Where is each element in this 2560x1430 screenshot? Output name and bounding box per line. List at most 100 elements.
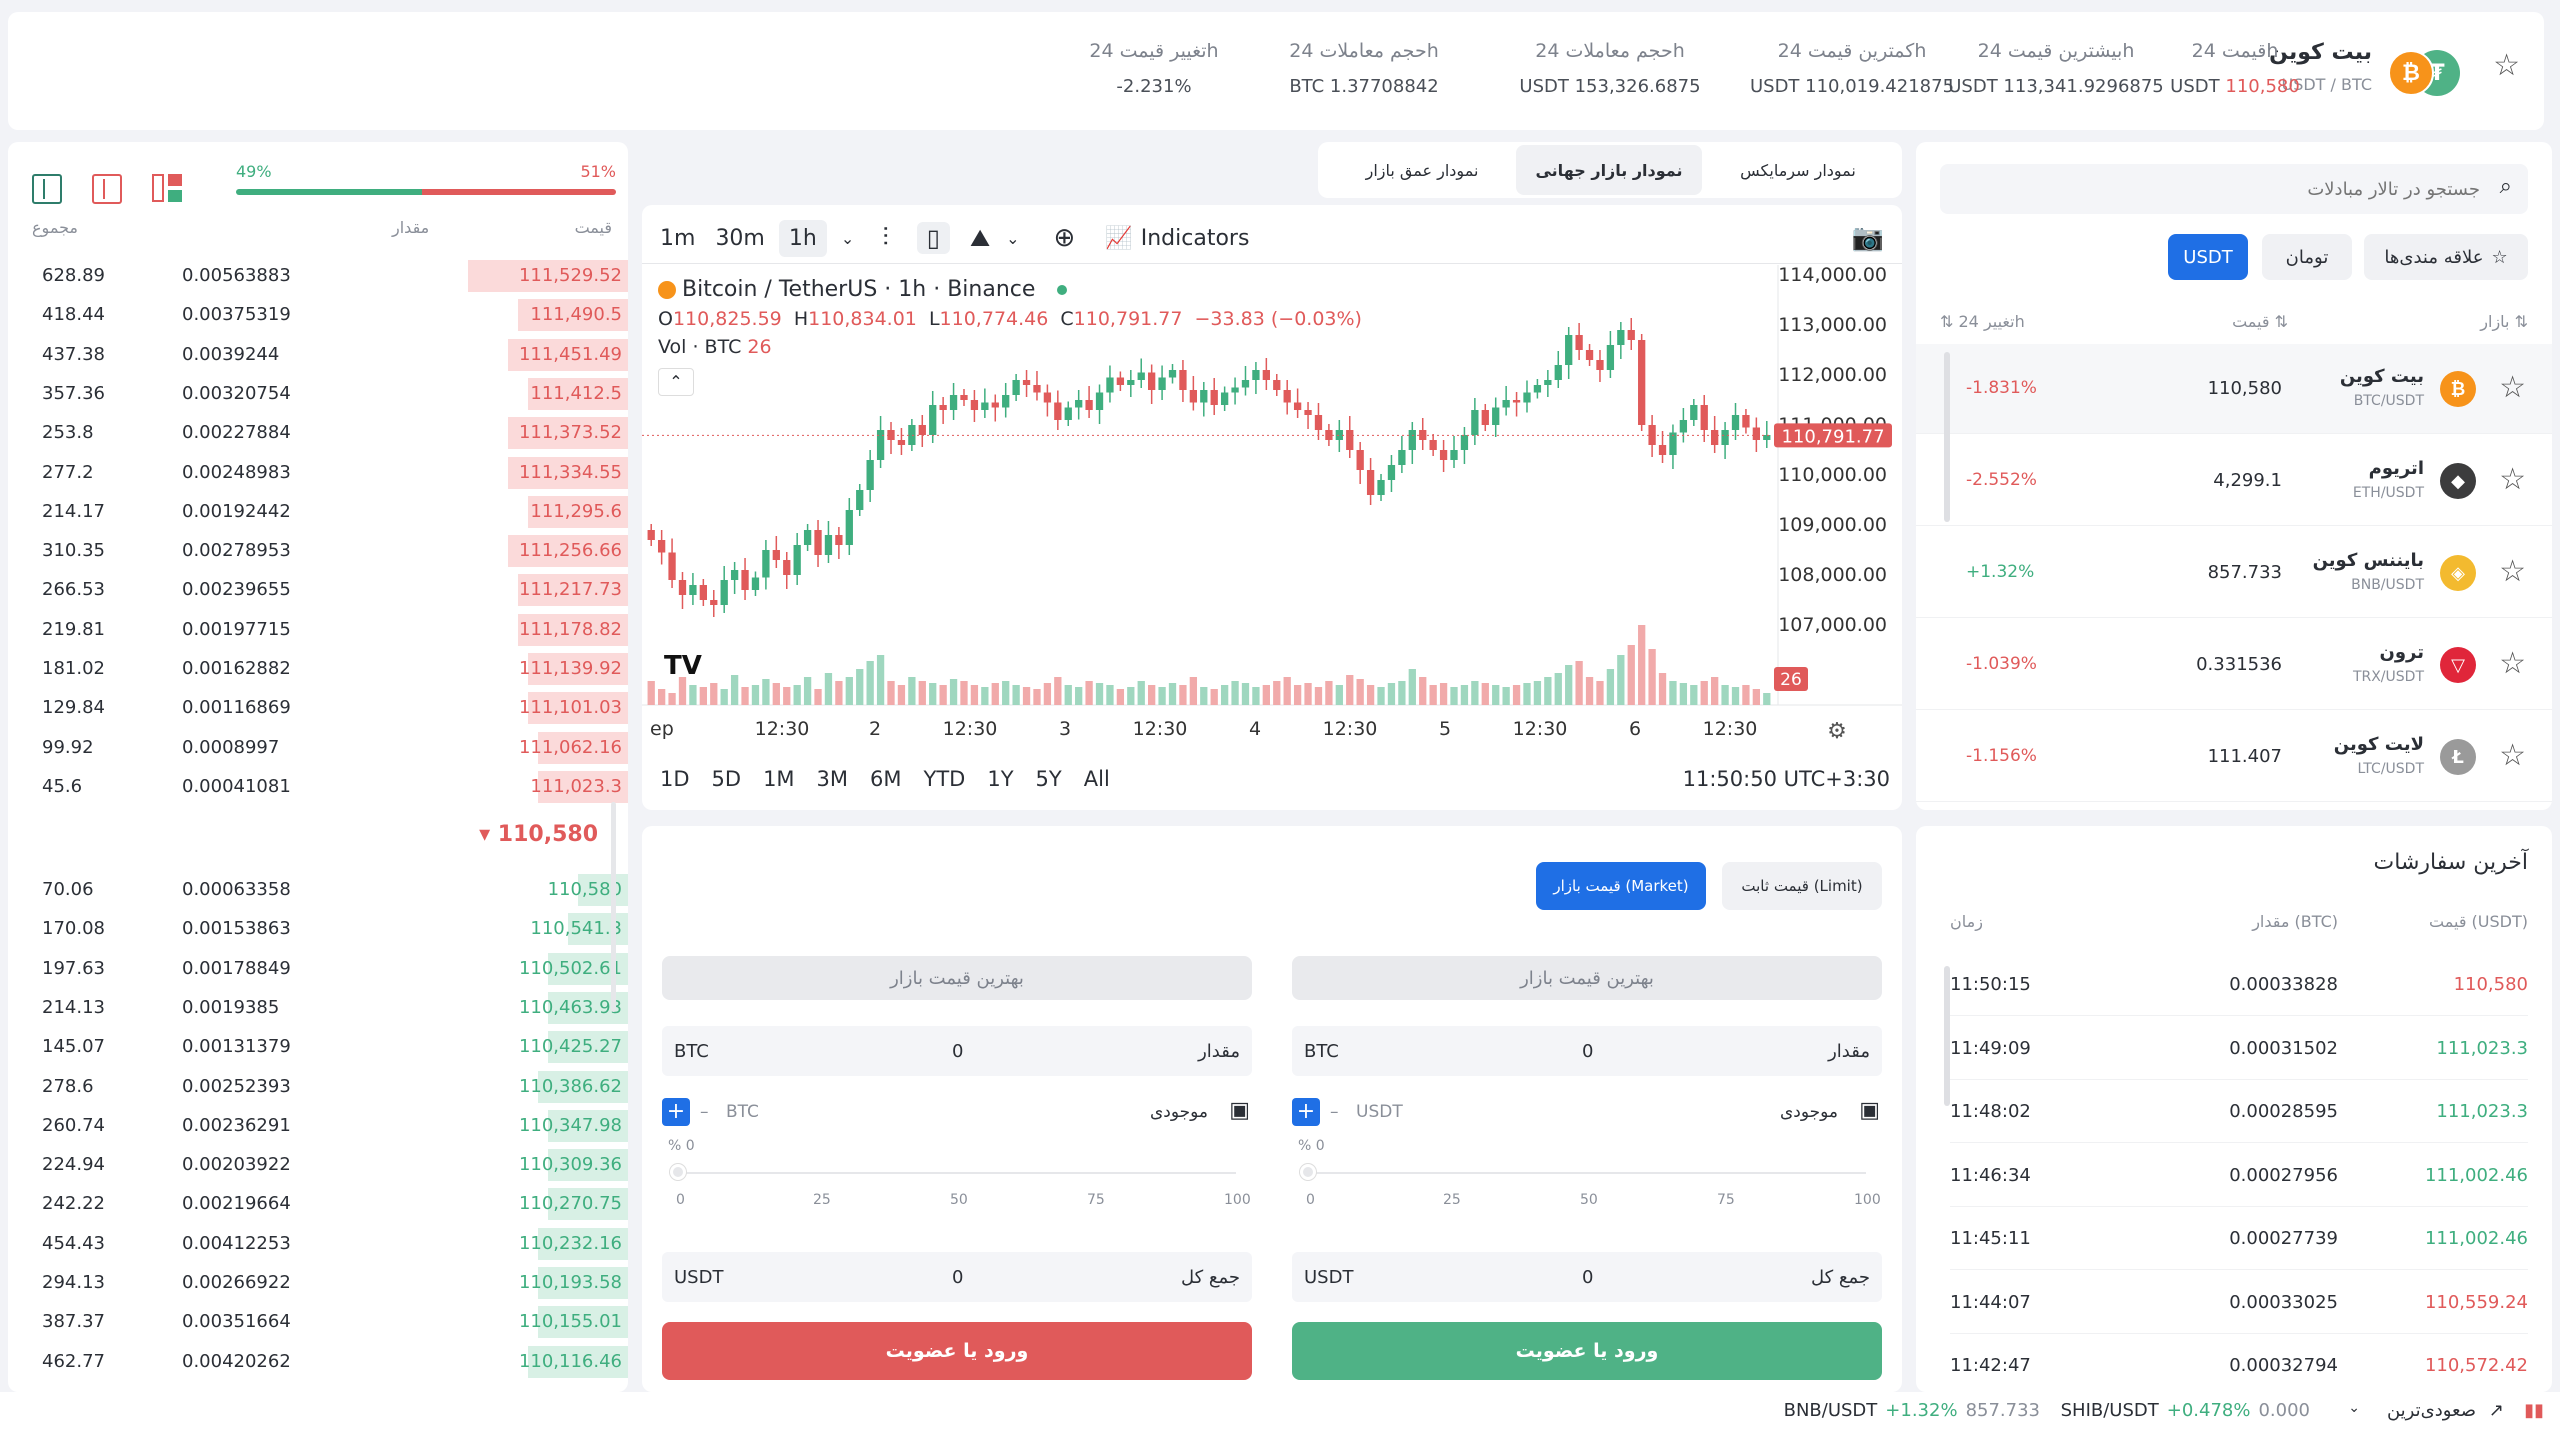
sell-best-price[interactable]: بهترین قیمت بازار [662,956,1252,1000]
range-3m[interactable]: 3M [817,767,848,791]
orderbook-row[interactable]: 224.94 0.00203922 110,309.36 [28,1145,628,1182]
orderbook-row[interactable]: 170.08 0.00153863 110,541.3 [28,909,628,946]
sell-login-button[interactable]: ورود یا عضویت [662,1322,1252,1380]
deposit-plus-icon[interactable]: + [1292,1098,1320,1126]
area-style-icon[interactable]: ⛰ [970,224,990,252]
buy-total-field[interactable]: USDT 0 جمع کل [1292,1252,1882,1302]
favorite-star-icon[interactable]: ☆ [2499,462,2526,497]
orderbook-row[interactable]: 357.36 0.00320754 111,412.5 [28,374,628,410]
range-all[interactable]: All [1084,767,1110,791]
sell-amount-field[interactable]: BTC 0 مقدار [662,1026,1252,1076]
interval-30m[interactable]: 30m [715,226,764,251]
market-row[interactable]: ☆ Ł لایت کوین LTC/USDT 111.407 -1.156% [1916,712,2552,802]
buy-amount-field[interactable]: BTC 0 مقدار [1292,1026,1882,1076]
coin-name: اتریوم [2368,458,2424,479]
orderbook-row[interactable]: 294.13 0.00266922 110,193.58 [28,1263,628,1299]
range-6m[interactable]: 6M [870,767,901,791]
volume-bar [1492,685,1500,705]
range-1y[interactable]: 1Y [987,767,1013,791]
orderbook-row[interactable]: 454.43 0.00412253 110,232.16 [28,1224,628,1260]
orderbook-row[interactable]: 462.77 0.00420262 110,116.46 [28,1342,628,1378]
market-scrollbar[interactable] [1944,352,1950,522]
tab-global-chart[interactable]: نمودار بازار جهانی [1516,145,1702,195]
orderbook-row[interactable]: 418.44 0.00375319 111,490.5 [28,295,628,332]
candle-style-icon[interactable]: ▯ [916,222,950,254]
range-5y[interactable]: 5Y [1036,767,1062,791]
screenshot-icon[interactable]: 📷 [1852,223,1884,253]
range-1m[interactable]: 1M [763,767,794,791]
filter-favorites[interactable]: علاقه مندی‌ها ☆ [2364,234,2528,280]
col-market-price[interactable]: قیمت ⇅ [2232,312,2288,331]
interval-1h[interactable]: 1h [778,219,827,257]
indicators-icon[interactable]: 📈 [1105,226,1132,251]
market-search[interactable]: ⌕ [1940,164,2528,214]
orderbook-row[interactable]: 310.35 0.00278953 111,256.66 [28,531,628,568]
orderbook-row[interactable]: 242.22 0.00219664 110,270.75 [28,1184,628,1221]
trades-scrollbar[interactable] [1944,966,1950,1106]
view-asks-icon[interactable] [92,174,122,204]
filter-usdt[interactable]: USDT [2168,234,2248,280]
market-row[interactable]: ☆ ▽ ترون TRX/USDT 0.331536 -1.039% [1916,620,2552,710]
orderbook-row[interactable]: 387.37 0.00351664 110,155.01 [28,1302,628,1339]
orderbook-scrollbar[interactable] [611,802,616,1012]
interval-dropdown-icon[interactable]: ⌄ [841,229,854,248]
market-row[interactable]: ☆ ◆ اتریوم ETH/USDT 4,299.1 -2.552% [1916,436,2552,526]
range-ytd[interactable]: YTD [924,767,966,791]
favorite-star-icon[interactable]: ☆ [2499,738,2526,773]
orderbook-row[interactable]: 260.74 0.00236291 110,347.98 [28,1106,628,1142]
buy-slider-handle[interactable] [1300,1164,1316,1180]
volume-bar [1346,675,1354,705]
orderbook-row[interactable]: 181.02 0.00162882 111,139.92 [28,649,628,685]
market-row[interactable]: ☆ ◈ بایننس کوین BNB/USDT 857.733 +1.32% [1916,528,2552,618]
view-both-icon[interactable] [32,174,62,204]
ticker-item-shib[interactable]: SHIB/USDT +0.478% 0.000 [2061,1400,2310,1421]
range-1d[interactable]: 1D [660,767,690,791]
ticker-item-bnb[interactable]: BNB/USDT +1.32% 857.733 [1784,1400,2040,1421]
x-tick-label: 4 [1249,718,1261,740]
orderbook-row[interactable]: 219.81 0.00197715 111,178.82 [28,610,628,646]
buy-best-price[interactable]: بهترین قیمت بازار [1292,956,1882,1000]
add-indicator-icon[interactable]: ⊕ [1054,223,1076,253]
candle-body [824,535,833,555]
orderbook-row[interactable]: 214.17 0.00192442 111,295.6 [28,492,628,528]
orderbook-row[interactable]: 145.07 0.00131379 110,425.27 [28,1027,628,1064]
orderbook-row[interactable]: 278.6 0.00252393 110,386.62 [28,1067,628,1103]
orderbook-row[interactable]: 45.6 0.00041081 111,023.3 [28,767,628,803]
orderbook-row[interactable]: 437.38 0.0039244 111,451.49 [28,335,628,371]
favorite-star-icon[interactable]: ☆ [2499,554,2526,589]
chart-settings-icon[interactable]: ⚙ [1827,719,1847,744]
interval-1m[interactable]: 1m [660,226,695,251]
sell-slider-handle[interactable] [670,1164,686,1180]
search-input[interactable] [1960,172,2480,206]
range-5d[interactable]: 5D [712,767,742,791]
orderbook-row[interactable]: 99.92 0.0008997 111,062.16 [28,728,628,764]
view-bids-icon[interactable] [152,174,182,204]
orderbook-row[interactable]: 197.63 0.00178849 110,502.61 [28,949,628,985]
tab-depth-chart[interactable]: نمودار عمق بازار [1332,145,1512,195]
bar-style-icon[interactable]: ⫶ [882,223,889,254]
col-change[interactable]: ⇅ تغییر 24h [1940,312,2025,331]
orderbook-row[interactable]: 70.06 0.00063358 110,580 [28,870,628,906]
filter-toman[interactable]: تومان [2262,234,2352,280]
orderbook-row[interactable]: 277.2 0.00248983 111,334.55 [28,453,628,489]
favorite-star-icon[interactable]: ☆ [2499,646,2526,681]
orderbook-row[interactable]: 253.8 0.00227884 111,373.52 [28,413,628,450]
sell-total-field[interactable]: USDT 0 جمع کل [662,1252,1252,1302]
sell-percent-slider[interactable] [676,1172,1236,1174]
ticker-dropdown-icon[interactable]: ⌄ [2348,1400,2360,1416]
orderbook-row[interactable]: 214.13 0.0019385 110,463.93 [28,988,628,1024]
deposit-plus-icon[interactable]: + [662,1098,690,1126]
collapse-legend-button[interactable]: ⌃ [658,368,694,396]
buy-percent-slider[interactable] [1306,1172,1866,1174]
favorite-star-icon[interactable]: ☆ [2493,48,2520,83]
col-market[interactable]: بازار ⇅ [2480,312,2528,331]
indicators-button[interactable]: Indicators [1141,226,1250,251]
orderbook-row[interactable]: 266.53 0.00239655 111,217.73 [28,570,628,607]
orderbook-row[interactable]: 129.84 0.00116869 111,101.03 [28,688,628,725]
market-row[interactable]: ☆ ₿ بیت کوین BTC/USDT 110,580 -1.831% [1916,344,2552,434]
style-dropdown-icon[interactable]: ⌄ [1006,229,1019,248]
buy-login-button[interactable]: ورود یا عضویت [1292,1322,1882,1380]
tab-sarmayex-chart[interactable]: نمودار سرمایکس [1708,145,1888,195]
favorite-star-icon[interactable]: ☆ [2499,370,2526,405]
orderbook-row[interactable]: 628.89 0.00563883 111,529.52 [28,256,628,292]
